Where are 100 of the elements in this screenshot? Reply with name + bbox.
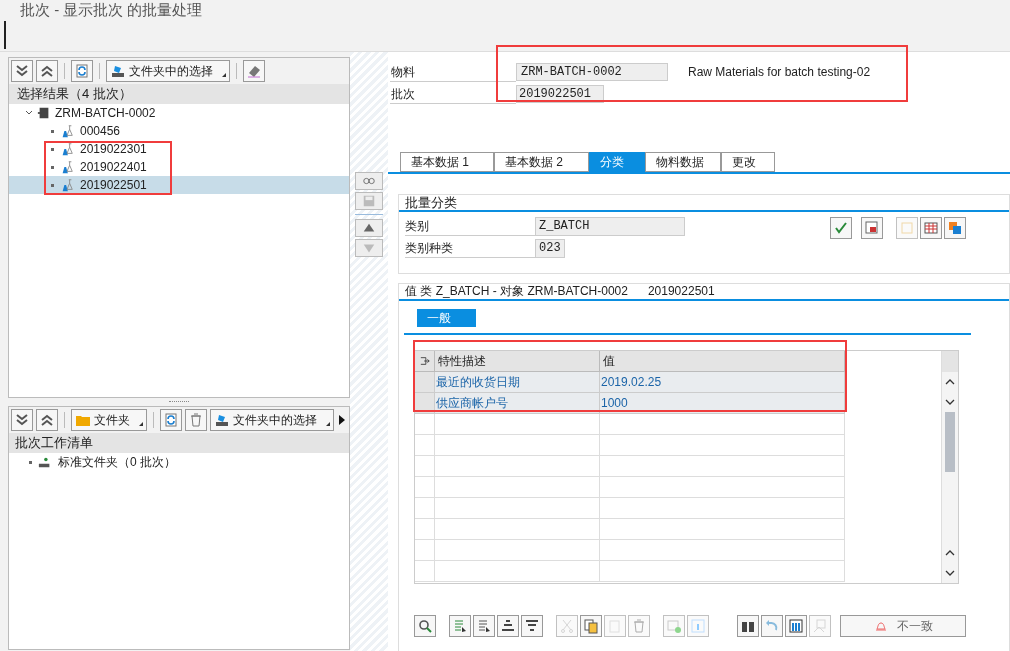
copy-button[interactable] xyxy=(580,615,602,637)
paste-button[interactable] xyxy=(604,615,626,637)
tree-row[interactable]: 2019022301 xyxy=(9,140,349,158)
scroll-up-icon[interactable] xyxy=(945,379,955,385)
table-cell: 最近的收货日期 xyxy=(435,372,600,392)
scroll-down-icon[interactable] xyxy=(945,570,955,576)
section-title: 值 类 Z_BATCH - 对象 ZRM-BATCH-0002 xyxy=(405,284,628,299)
bullet-icon xyxy=(51,147,54,151)
tree-row[interactable]: 2019022401 xyxy=(9,158,349,176)
table-cell: 1000 xyxy=(600,393,845,413)
row-selector[interactable] xyxy=(415,393,435,413)
search-button[interactable] xyxy=(414,615,436,637)
scroll-down-icon[interactable] xyxy=(945,399,955,405)
section-title: 批量分类 xyxy=(405,195,457,210)
eraser-button[interactable] xyxy=(243,60,265,82)
eraser-icon xyxy=(246,63,262,79)
layout-icon xyxy=(476,618,492,634)
value-field[interactable]: Z_BATCH xyxy=(535,216,685,236)
cut-button[interactable] xyxy=(556,615,578,637)
tab[interactable]: 基本数据 1 xyxy=(400,152,494,172)
tab[interactable]: 分类 xyxy=(589,152,645,172)
display-button[interactable] xyxy=(861,217,883,239)
corner-arrow-icon xyxy=(222,73,226,77)
material-field[interactable]: ZRM-BATCH-0002 xyxy=(516,63,668,81)
collapse-all-button[interactable] xyxy=(36,409,58,431)
collapse-all-icon xyxy=(39,63,55,79)
info-icon xyxy=(690,618,706,634)
tree-node[interactable]: ZRM-BATCH-0002 xyxy=(55,104,156,122)
refresh-icon xyxy=(163,412,179,428)
corner-arrow-icon xyxy=(139,422,143,426)
dropdown-button[interactable]: 文件夹中的选择 xyxy=(106,60,230,82)
collapse-all-button[interactable] xyxy=(36,60,58,82)
column-header[interactable]: 特性描述 xyxy=(435,351,600,371)
panel-header: 选择结果（4 批次） xyxy=(17,85,132,104)
expand-all-icon xyxy=(14,412,30,428)
bullet-icon xyxy=(51,129,54,133)
collapse-all-icon xyxy=(39,412,55,428)
table-cell: 供应商帐户号 xyxy=(435,393,600,413)
tree-row[interactable]: 000456 xyxy=(9,122,349,140)
delete-button[interactable] xyxy=(628,615,650,637)
search-icon xyxy=(417,618,433,634)
copy-icon xyxy=(583,618,599,634)
material-icon xyxy=(37,106,51,120)
tree-node[interactable]: 标准文件夹（0 批次） xyxy=(58,453,176,471)
expand-all-button[interactable] xyxy=(11,409,33,431)
column-header[interactable]: 值 xyxy=(600,351,845,371)
triangle-up-icon xyxy=(362,221,376,235)
window-title: 批次 - 显示批次 的批量处理 xyxy=(20,1,203,17)
select-layout-button[interactable] xyxy=(449,615,471,637)
tray-icon xyxy=(214,412,230,428)
refresh-button[interactable] xyxy=(71,60,93,82)
display-icon xyxy=(864,220,880,236)
check-icon xyxy=(833,220,849,236)
material-description: Raw Materials for batch testing-02 xyxy=(688,64,871,81)
tab[interactable]: 基本数据 2 xyxy=(494,152,589,172)
find-button[interactable] xyxy=(737,615,759,637)
info-button[interactable] xyxy=(687,615,709,637)
layers-button[interactable] xyxy=(944,217,966,239)
folder-user-icon xyxy=(38,455,52,469)
dropdown-button[interactable]: 文件夹 xyxy=(71,409,147,431)
tab[interactable]: 物料数据 xyxy=(645,152,721,172)
tray-icon xyxy=(110,63,126,79)
columns-icon xyxy=(788,618,804,634)
refresh-button[interactable] xyxy=(160,409,182,431)
previous-button[interactable] xyxy=(355,219,383,237)
expand-all-icon xyxy=(14,63,30,79)
save-icon xyxy=(362,194,376,208)
layers-icon xyxy=(947,220,963,236)
sort-descending-button[interactable] xyxy=(521,615,543,637)
dropdown-button[interactable]: 文件夹中的选择 xyxy=(210,409,334,431)
value-field[interactable]: 023 xyxy=(535,238,565,258)
tree-row[interactable]: 2019022501 xyxy=(9,176,349,194)
delete-icon xyxy=(188,412,204,428)
table-cell: 2019.02.25 xyxy=(600,372,845,392)
check-button[interactable] xyxy=(830,217,852,239)
cut-icon xyxy=(559,618,575,634)
tab[interactable]: 更改 xyxy=(721,152,775,172)
refresh-icon xyxy=(74,63,90,79)
text-cursor xyxy=(4,20,6,49)
bullet-icon xyxy=(51,183,54,187)
sort-ascending-button[interactable] xyxy=(497,615,519,637)
chevron-down-icon[interactable] xyxy=(25,109,33,117)
inconsistent-button[interactable]: 不一致 xyxy=(840,615,966,637)
corner-arrow-icon xyxy=(326,422,330,426)
expand-all-button[interactable] xyxy=(11,60,33,82)
bullet-icon xyxy=(29,460,32,464)
columns-button[interactable] xyxy=(785,615,807,637)
panel-header: 批次工作清单 xyxy=(15,434,93,453)
delete-button[interactable] xyxy=(185,409,207,431)
scroll-thumb[interactable] xyxy=(945,412,955,472)
select-layout-icon xyxy=(452,618,468,634)
insert-row-button[interactable] xyxy=(663,615,685,637)
scroll-up-icon[interactable] xyxy=(945,550,955,556)
display-change-button[interactable] xyxy=(355,172,383,190)
sort-ascending-icon xyxy=(500,618,516,634)
scrollbar[interactable] xyxy=(941,351,958,583)
sort-descending-icon xyxy=(524,618,540,634)
splitter-handle[interactable] xyxy=(169,401,189,403)
save-button[interactable] xyxy=(355,192,383,210)
tab[interactable]: 一般 xyxy=(417,309,476,327)
